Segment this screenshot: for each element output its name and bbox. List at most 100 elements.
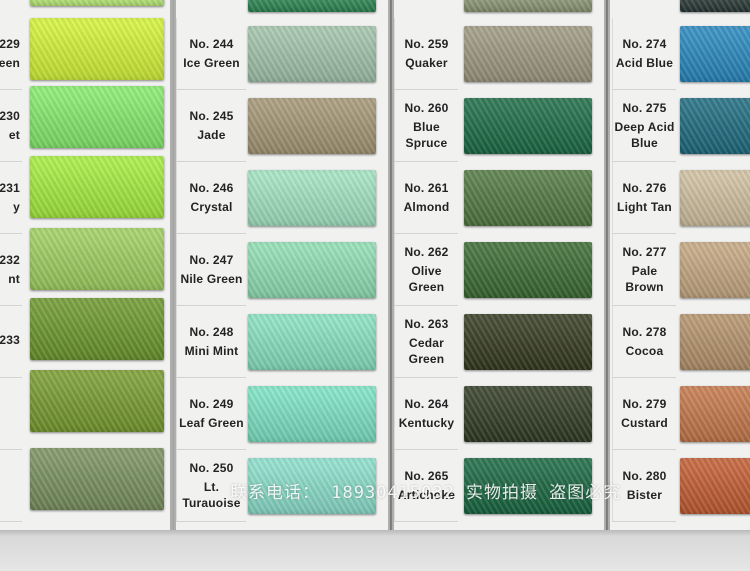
color-name: Bister [626,488,663,502]
color-number: No. 276 [622,181,667,195]
color-label: No. 248 Mini Mint [176,306,246,378]
color-name: Almond [403,200,450,214]
thread-swatch [464,26,592,82]
color-label: No. 276 Light Tan [612,162,676,234]
thread-swatch [30,18,164,80]
color-label: No. 245 Jade [176,90,246,162]
thread-swatch [248,0,376,12]
color-number: No. 263 [404,317,449,331]
thread-swatch [30,370,164,432]
thread-swatch [680,26,750,82]
color-number: 230 [0,109,20,123]
thread-swatch [248,98,376,154]
thread-swatch [30,448,164,510]
color-label: No. 280 Bister [612,450,676,522]
color-name: Quaker [405,56,448,70]
color-name: Pale Brown [625,264,664,294]
color-label: 230 et [0,90,22,162]
color-label: 233 [0,306,22,378]
color-number: No. 264 [404,397,449,411]
color-label: No. 274 Acid Blue [612,18,676,90]
color-label: No. 262 Olive Green [394,234,458,306]
color-number: No. 275 [622,101,667,115]
color-label: No. 249 Leaf Green [176,378,246,450]
thread-swatch [464,98,592,154]
color-label: No. 263 Cedar Green [394,306,458,378]
color-name: Cedar Green [408,336,445,366]
thread-swatch [464,386,592,442]
color-number: 231 [0,181,20,195]
color-name: et [8,128,20,142]
color-name: Olive Green [408,264,445,294]
thread-swatch [464,170,592,226]
thread-swatch [680,0,750,12]
color-label: No. 259 Quaker [394,18,458,90]
color-label: 232 nt [0,234,22,306]
thread-swatch [680,242,750,298]
color-name: reen [0,56,20,70]
thread-color-chart-photo: 229 reen 230 et 231 y 232 nt 233 No. 244 Ice Green… [0,0,750,571]
color-name: Cocoa [625,344,664,358]
color-number: No. 274 [622,37,667,51]
color-name: y [13,200,20,214]
color-name: Leaf Green [179,416,244,430]
color-name: nt [8,272,20,286]
color-number: No. 260 [404,101,449,115]
thread-swatch [248,386,376,442]
color-number: 229 [0,37,20,51]
color-label [0,378,22,450]
card-gap-shadow [604,0,610,530]
color-number: 232 [0,253,20,267]
thread-swatch [680,170,750,226]
thread-swatch [680,314,750,370]
lower-card-edge [0,530,750,571]
color-number: No. 250 [189,461,234,475]
thread-swatch [30,298,164,360]
color-label: No. 260 Blue Spruce [394,90,458,162]
thread-swatch [464,242,592,298]
color-number: No. 279 [622,397,667,411]
color-label: No. 278 Cocoa [612,306,676,378]
color-name: Acid Blue [615,56,674,70]
color-number: No. 247 [189,253,234,267]
color-name: Crystal [190,200,233,214]
thread-swatch [248,314,376,370]
color-number: No. 246 [189,181,234,195]
color-name: Ice Green [183,56,240,70]
thread-swatch [30,156,164,218]
color-label: No. 275 Deep Acid Blue [612,90,676,162]
color-number: No. 248 [189,325,234,339]
color-label: 231 y [0,162,22,234]
color-name: Kentucky [398,416,455,430]
thread-swatch [464,314,592,370]
color-label: 229 reen [0,18,22,90]
thread-swatch [464,0,592,12]
thread-swatch [680,458,750,514]
thread-swatch [248,170,376,226]
color-number: No. 278 [622,325,667,339]
thread-swatch [30,0,164,6]
thread-swatch [248,26,376,82]
color-number: No. 280 [622,469,667,483]
thread-swatch [680,386,750,442]
color-label: No. 279 Custard [612,378,676,450]
color-label: No. 277 Pale Brown [612,234,676,306]
color-name: Nile Green [180,272,243,286]
color-number: No. 262 [404,245,449,259]
thread-swatch [248,242,376,298]
color-name: Light Tan [617,200,672,214]
color-name: Jade [197,128,226,142]
color-name: Deep Acid Blue [614,120,675,150]
color-number: No. 245 [189,109,234,123]
color-number: No. 259 [404,37,449,51]
color-label: No. 244 Ice Green [176,18,246,90]
color-number: 233 [0,333,20,347]
watermark-text: 联系电话： 18930415032 实物拍摄 盗图必究 [230,483,622,503]
color-number: No. 277 [622,245,667,259]
thread-swatch [680,98,750,154]
color-label [0,450,22,522]
color-label: No. 264 Kentucky [394,378,458,450]
color-number: No. 261 [404,181,449,195]
color-number: No. 244 [189,37,234,51]
color-label: No. 261 Almond [394,162,458,234]
